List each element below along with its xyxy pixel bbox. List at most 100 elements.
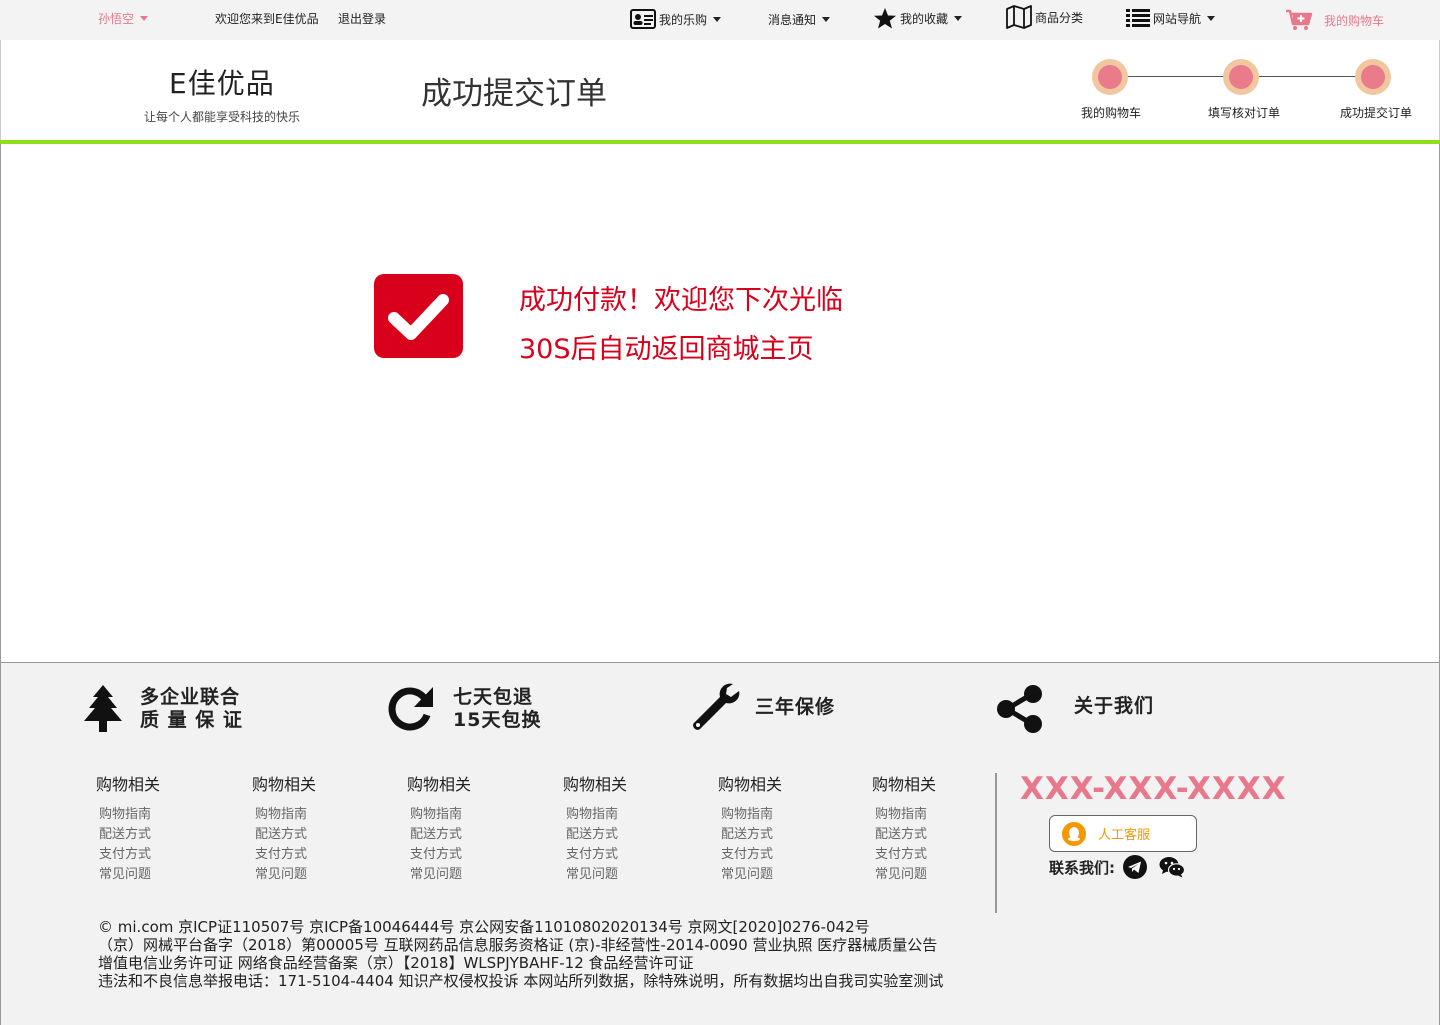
footer-link[interactable]: 支付方式 <box>875 845 992 865</box>
legal-line: 违法和不良信息举报电话：171-5104-4404 知识产权侵权投诉 本网站所列… <box>98 972 944 990</box>
footer-link[interactable]: 支付方式 <box>255 845 372 865</box>
top-bar: 孙悟空 欢迎您来到E佳优品 退出登录 我的乐购 消息通知 我的收藏 商品分类 网… <box>0 0 1440 40</box>
welcome-text: 欢迎您来到E佳优品 <box>215 12 319 26</box>
cart-link[interactable]: 我的购物车 <box>1285 9 1384 31</box>
footer-link-column: 购物相关 购物指南 配送方式 支付方式 常见问题 <box>872 771 992 885</box>
footer-link-column: 购物相关 购物指南 配送方式 支付方式 常见问题 <box>563 771 683 885</box>
legal-line: © mi.com 京ICP证110507号 京ICP备10046444号 京公网… <box>98 918 870 936</box>
footer-link[interactable]: 配送方式 <box>255 825 372 845</box>
footer-link[interactable]: 配送方式 <box>566 825 683 845</box>
footer-link-column: 购物相关 购物指南 配送方式 支付方式 常见问题 <box>252 771 372 885</box>
favorites-label: 我的收藏 <box>900 11 949 26</box>
tree-icon <box>84 685 122 732</box>
footer-link[interactable]: 购物指南 <box>410 805 527 825</box>
footer-link-column: 购物相关 购物指南 配送方式 支付方式 常见问题 <box>96 771 216 885</box>
footer-link[interactable]: 支付方式 <box>566 845 683 865</box>
footer-link[interactable]: 购物指南 <box>875 805 992 825</box>
cart-label: 我的购物车 <box>1324 13 1385 28</box>
footer-link-column: 购物相关 购物指南 配送方式 支付方式 常见问题 <box>718 771 838 885</box>
column-title: 购物相关 <box>252 775 317 794</box>
my-lego-menu[interactable]: 我的乐购 <box>630 9 722 29</box>
success-check-icon <box>374 274 463 358</box>
wrench-icon <box>693 683 740 730</box>
service-phone: XXX-XXX-XXXX <box>1020 771 1287 807</box>
my-lego-label: 我的乐购 <box>659 12 708 27</box>
chevron-down-icon <box>713 16 722 22</box>
feature-label: 三年保修 <box>755 696 836 718</box>
legal-line: （京）网械平台备字（2018）第00005号 互联网药品信息服务资格证 (京)-… <box>98 936 938 954</box>
feature-label[interactable]: 关于我们 <box>1074 695 1154 718</box>
footer-link[interactable]: 常见问题 <box>410 865 527 885</box>
footer-link[interactable]: 购物指南 <box>721 805 838 825</box>
main-content: 成功付款！欢迎您下次光临 30S后自动返回商城主页 <box>0 144 1440 663</box>
footer-link[interactable]: 常见问题 <box>721 865 838 885</box>
site-nav-menu[interactable]: 网站导航 <box>1126 8 1216 28</box>
footer-link[interactable]: 常见问题 <box>99 865 216 885</box>
footer-link[interactable]: 配送方式 <box>721 825 838 845</box>
step-indicator <box>1092 59 1128 95</box>
site-nav-label: 网站导航 <box>1153 11 1202 26</box>
step-label: 成功提交订单 <box>1340 106 1413 120</box>
page-title: 成功提交订单 <box>421 76 607 112</box>
success-message: 成功付款！欢迎您下次光临 <box>519 285 843 316</box>
footer-link[interactable]: 支付方式 <box>99 845 216 865</box>
legal-text: © mi.com 京ICP证110507号 京ICP备10046444号 京公网… <box>98 918 943 990</box>
column-title: 购物相关 <box>563 775 628 794</box>
footer-link[interactable]: 购物指南 <box>99 805 216 825</box>
step-indicator <box>1223 59 1259 95</box>
categories-link[interactable]: 商品分类 <box>1006 5 1083 29</box>
customer-service-label: 人工客服 <box>1098 828 1151 843</box>
footer-link[interactable]: 常见问题 <box>255 865 372 885</box>
logout-link[interactable]: 退出登录 <box>338 10 386 27</box>
username-menu[interactable]: 孙悟空 <box>98 10 149 27</box>
chevron-down-icon <box>1207 15 1216 21</box>
refresh-icon <box>388 687 433 731</box>
wechat-icon[interactable] <box>1159 856 1185 878</box>
footer-link[interactable]: 支付方式 <box>721 845 838 865</box>
footer-link[interactable]: 配送方式 <box>875 825 992 845</box>
logo-subtitle: 让每个人都能享受科技的快乐 <box>144 110 301 124</box>
chevron-down-icon <box>822 17 831 22</box>
column-title: 购物相关 <box>718 775 783 794</box>
footer-link[interactable]: 常见问题 <box>566 865 683 885</box>
feature-label: 多企业联合 质 量 保 证 <box>140 686 243 731</box>
column-title: 购物相关 <box>407 775 472 794</box>
header: E佳优品 让每个人都能享受科技的快乐 成功提交订单 我的购物车 填写核对订单 成… <box>0 40 1440 140</box>
footer-link-column: 购物相关 购物指南 配送方式 支付方式 常见问题 <box>407 771 527 885</box>
messages-menu[interactable]: 消息通知 <box>768 11 831 28</box>
step-indicator <box>1355 59 1391 95</box>
cart-icon <box>1286 9 1313 30</box>
footer-divider <box>995 773 997 913</box>
footer-link[interactable]: 支付方式 <box>410 845 527 865</box>
legal-line: 增值电信业务许可证 网络食品经营备案（京）【2018】WLSPJYBAHF-12… <box>98 954 694 972</box>
qq-icon <box>1062 821 1086 846</box>
customer-service-button[interactable]: 人工客服 <box>1049 815 1197 852</box>
redirect-message: 30S后自动返回商城主页 <box>519 334 814 365</box>
share-icon <box>997 685 1042 733</box>
favorites-menu[interactable]: 我的收藏 <box>873 7 963 29</box>
contact-row: 联系我们: <box>1049 855 1185 879</box>
step-connector <box>1259 76 1357 77</box>
telegram-icon[interactable] <box>1123 855 1147 879</box>
footer-link[interactable]: 常见问题 <box>875 865 992 885</box>
column-title: 购物相关 <box>872 775 937 794</box>
footer-link[interactable]: 配送方式 <box>99 825 216 845</box>
step-label: 填写核对订单 <box>1208 106 1281 120</box>
chevron-down-icon <box>954 15 963 21</box>
star-icon <box>874 8 896 29</box>
chevron-down-icon <box>140 16 149 21</box>
footer-link[interactable]: 配送方式 <box>410 825 527 845</box>
categories-label: 商品分类 <box>1035 10 1084 25</box>
column-title: 购物相关 <box>96 775 161 794</box>
feature-label: 七天包退 15天包换 <box>453 686 542 731</box>
footer-link[interactable]: 购物指南 <box>255 805 372 825</box>
step-connector <box>1127 76 1225 77</box>
username: 孙悟空 <box>98 12 135 26</box>
step-label: 我的购物车 <box>1081 106 1142 120</box>
list-icon <box>1126 9 1150 27</box>
id-card-icon <box>630 9 656 29</box>
footer-link[interactable]: 购物指南 <box>566 805 683 825</box>
contact-label: 联系我们: <box>1049 858 1115 877</box>
messages-label: 消息通知 <box>768 13 817 27</box>
logo-title[interactable]: E佳优品 <box>169 62 275 102</box>
